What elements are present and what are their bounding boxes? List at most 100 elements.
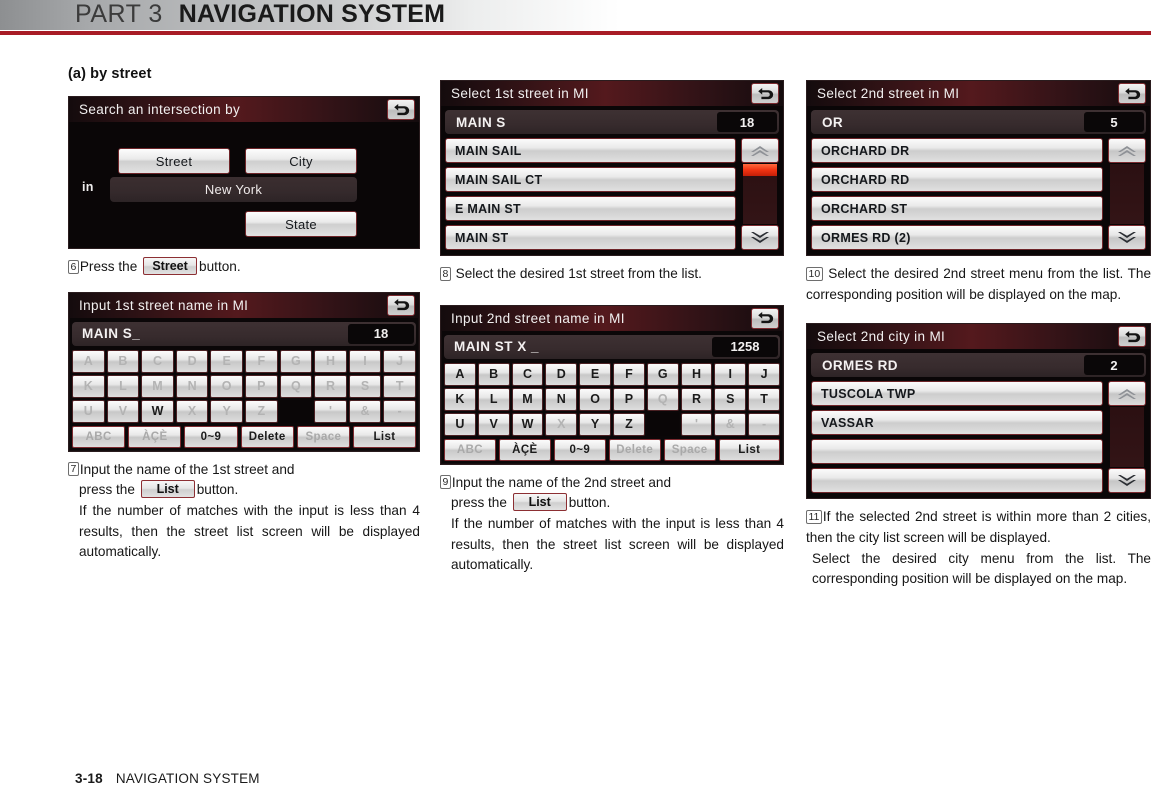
key-C[interactable]: C [141, 349, 174, 373]
key-I[interactable]: I [348, 349, 382, 373]
chevron-down-icon[interactable] [1108, 468, 1146, 494]
key-S[interactable]: S [714, 387, 747, 411]
key-U[interactable]: U [72, 399, 105, 423]
key-numbers[interactable]: 0~9 [553, 438, 606, 461]
key-list[interactable]: List [718, 438, 781, 461]
key-E[interactable]: E [579, 362, 611, 386]
scroll-thumb[interactable] [743, 164, 777, 176]
key-Y[interactable]: Y [210, 399, 243, 423]
key-V[interactable]: V [477, 412, 510, 436]
key-G[interactable]: G [646, 362, 679, 386]
back-arrow-icon[interactable] [751, 83, 779, 104]
street-name-input[interactable]: MAIN S_ 18 [72, 321, 416, 346]
key-delete[interactable]: Delete [240, 425, 294, 448]
key-F[interactable]: F [612, 362, 645, 386]
key-O[interactable]: O [579, 387, 611, 411]
key-T[interactable]: T [748, 387, 780, 411]
list-item[interactable]: VASSAR [811, 410, 1103, 436]
key-R[interactable]: R [680, 387, 713, 411]
key-space[interactable]: Space [663, 438, 716, 461]
key-P[interactable]: P [612, 387, 645, 411]
list-item[interactable]: ORCHARD RD [811, 167, 1103, 192]
key-hyphen[interactable]: - [748, 412, 780, 436]
selected-city-field[interactable]: New York [110, 177, 357, 202]
street-button[interactable]: Street [118, 148, 230, 174]
key-V[interactable]: V [106, 399, 140, 423]
key-H[interactable]: H [314, 349, 347, 373]
key-ampersand[interactable]: & [348, 399, 382, 423]
list-item[interactable]: TUSCOLA TWP [811, 381, 1103, 407]
key-L[interactable]: L [477, 387, 510, 411]
list-item[interactable] [811, 468, 1103, 494]
key-B[interactable]: B [477, 362, 510, 386]
chevron-up-icon[interactable] [1108, 381, 1146, 407]
chevron-up-icon[interactable] [1108, 138, 1146, 163]
scroll-track[interactable] [1110, 164, 1144, 224]
inline-street-button[interactable]: Street [143, 257, 198, 275]
back-arrow-icon[interactable] [751, 307, 779, 329]
list-item[interactable]: MAIN ST [445, 225, 736, 250]
list-item[interactable]: E MAIN ST [445, 196, 736, 221]
chevron-up-icon[interactable] [741, 138, 779, 163]
list-item[interactable]: MAIN SAIL CT [445, 167, 736, 192]
key-G[interactable]: G [279, 349, 313, 373]
list-item[interactable]: ORMES RD (2) [811, 225, 1103, 250]
chevron-down-icon[interactable] [1108, 225, 1146, 250]
scrollbar[interactable] [741, 138, 779, 250]
key-abc[interactable]: ABC [72, 425, 126, 448]
key-X[interactable]: X [175, 399, 209, 423]
key-delete[interactable]: Delete [608, 438, 661, 461]
key-J[interactable]: J [748, 362, 780, 386]
key-I[interactable]: I [714, 362, 747, 386]
key-W[interactable]: W [141, 399, 174, 423]
key-Z[interactable]: Z [612, 412, 645, 436]
scroll-track[interactable] [743, 164, 777, 224]
back-arrow-icon[interactable] [387, 99, 415, 120]
inline-list-button[interactable]: List [140, 480, 195, 499]
key-K[interactable]: K [72, 374, 105, 398]
street-name-input[interactable]: MAIN ST X _ 1258 [444, 334, 780, 359]
key-hyphen[interactable]: - [383, 399, 416, 423]
list-item[interactable]: ORCHARD DR [811, 138, 1103, 163]
key-D[interactable]: D [545, 362, 578, 386]
city-button[interactable]: City [245, 148, 357, 174]
scroll-track[interactable] [1110, 407, 1144, 468]
key-M[interactable]: M [511, 387, 544, 411]
key-F[interactable]: F [244, 349, 278, 373]
list-item[interactable]: ORCHARD ST [811, 196, 1103, 221]
key-U[interactable]: U [444, 412, 476, 436]
key-abc[interactable]: ABC [444, 438, 496, 461]
key-H[interactable]: H [680, 362, 713, 386]
key-T[interactable]: T [383, 374, 416, 398]
key-D[interactable]: D [175, 349, 209, 373]
key-space[interactable]: Space [296, 425, 351, 448]
key-accents[interactable]: ÀÇÈ [498, 438, 551, 461]
back-arrow-icon[interactable] [1118, 83, 1146, 104]
key-list[interactable]: List [353, 425, 416, 448]
key-M[interactable]: M [141, 374, 174, 398]
key-B[interactable]: B [106, 349, 140, 373]
key-N[interactable]: N [545, 387, 578, 411]
key-K[interactable]: K [444, 387, 476, 411]
key-C[interactable]: C [511, 362, 544, 386]
back-arrow-icon[interactable] [1118, 326, 1146, 348]
key-Q[interactable]: Q [279, 374, 313, 398]
key-J[interactable]: J [383, 349, 416, 373]
key-R[interactable]: R [314, 374, 347, 398]
key-P[interactable]: P [244, 374, 278, 398]
key-E[interactable]: E [210, 349, 243, 373]
scrollbar[interactable] [1108, 138, 1146, 250]
chevron-down-icon[interactable] [741, 225, 779, 250]
key-A[interactable]: A [444, 362, 476, 386]
key-W[interactable]: W [511, 412, 544, 436]
key-O[interactable]: O [210, 374, 243, 398]
key-A[interactable]: A [72, 349, 105, 373]
list-item[interactable]: MAIN SAIL [445, 138, 736, 163]
key-numbers[interactable]: 0~9 [184, 425, 238, 448]
key-ampersand[interactable]: & [714, 412, 747, 436]
key-Q[interactable]: Q [646, 387, 679, 411]
key-S[interactable]: S [348, 374, 382, 398]
state-button[interactable]: State [245, 211, 357, 237]
key-Z[interactable]: Z [244, 399, 278, 423]
scrollbar[interactable] [1108, 381, 1146, 494]
